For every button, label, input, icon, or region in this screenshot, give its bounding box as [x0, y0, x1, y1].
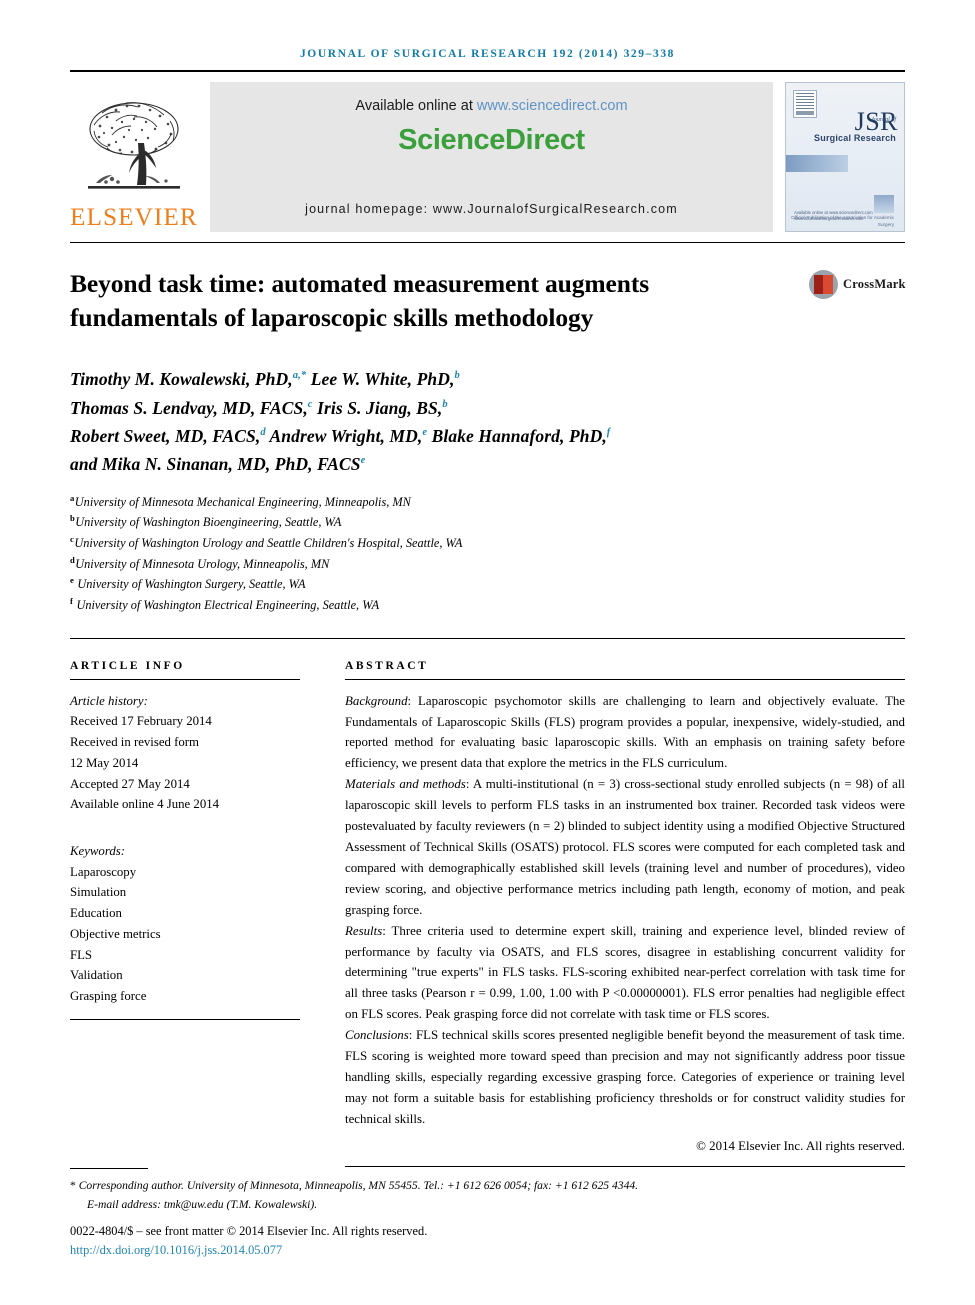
abstract-methods-text: : A multi-institutional (n = 3) cross-se… — [345, 777, 905, 917]
article-info-heading-rule — [70, 678, 300, 680]
article-history-block: Article history: Received 17 February 20… — [70, 691, 300, 815]
cover-sub-italic: Journal of — [871, 117, 896, 123]
abstract-bottom-rule — [345, 1165, 905, 1167]
footnote-rule — [70, 1168, 148, 1169]
abstract-methods-label: Materials and methods — [345, 777, 466, 792]
article-info-bottom-rule — [70, 1018, 300, 1020]
abstract-copyright: © 2014 Elsevier Inc. All rights reserved… — [696, 1138, 905, 1153]
abstract-background: Background: Laparoscopic psychomotor ski… — [345, 691, 905, 775]
running-head: Journal of Surgical Research 192 (2014) … — [299, 48, 676, 60]
keywords-block: Keywords: Laparoscopy Simulation Education… — [70, 841, 300, 1007]
sciencedirect-link[interactable]: www.sciencedirect.com — [477, 98, 628, 114]
email-link[interactable]: tmk@uw.edu — [164, 1198, 224, 1211]
masthead: ELSEVIER Available online at www.science… — [70, 82, 905, 232]
list-item: Validation — [70, 968, 123, 983]
keywords-list: Laparoscopy Simulation Education Objective … — [70, 862, 300, 1007]
page-title: Beyond task time: automated measurement … — [70, 269, 650, 333]
sciencedirect-banner: Available online at www.sciencedirect.co… — [210, 82, 773, 232]
issn-line: 0022-4804/$ – see front matter © 2014 El… — [70, 1223, 428, 1238]
abstract-conclusions-text: : FLS technical skills scores presented … — [345, 1028, 905, 1126]
list-item: Received in revised form — [70, 735, 199, 750]
crossmark-label: CrossMark — [843, 277, 906, 291]
sciencedirect-logo: ScienceDirect — [398, 124, 585, 156]
abstract-body: Background: Laparoscopic psychomotor ski… — [345, 691, 905, 1130]
author-list: Timothy M. Kowalewski, PhD,a,* Lee W. Wh… — [70, 369, 611, 475]
abstract-conclusions-label: Conclusions — [345, 1028, 409, 1043]
abstract-background-label: Background — [345, 693, 408, 708]
doi-link[interactable]: http://dx.doi.org/10.1016/j.jss.2014.05.… — [70, 1241, 905, 1261]
list-item: FLS — [70, 947, 93, 962]
email-line: E-mail address: tmk@uw.edu (T.M. Kowalew… — [70, 1196, 905, 1215]
abstract-heading: ABSTRACT — [345, 659, 429, 672]
abstract-results-label: Results — [345, 923, 383, 938]
crossmark-badge[interactable]: CrossMark — [809, 270, 905, 299]
abstract-heading-rule — [345, 678, 905, 680]
corresponding-author-marker: * — [70, 1179, 76, 1192]
cover-foot-line: Available online at www.sciencedirect.co… — [794, 209, 873, 222]
list-item: Education — [70, 906, 122, 921]
elsevier-wordmark: ELSEVIER — [70, 204, 198, 231]
keywords-label: Keywords: — [70, 843, 125, 858]
masthead-divider — [70, 242, 905, 243]
abstract-section-divider — [70, 637, 905, 639]
corresponding-author-label: Corresponding author. — [78, 1179, 184, 1192]
article-info-heading: ARTICLE INFO — [70, 659, 185, 672]
article-history-list: Received 17 February 2014 Received in rev… — [70, 711, 300, 815]
available-online-line: Available online at www.sciencedirect.co… — [355, 98, 627, 114]
corresponding-author-line: * Corresponding author. University of Mi… — [70, 1177, 905, 1196]
list-item: Laparoscopy — [70, 864, 137, 879]
list-item: 12 May 2014 — [70, 755, 139, 770]
page-footer: * Corresponding author. University of Mi… — [70, 1168, 905, 1261]
list-item: Grasping force — [70, 988, 147, 1003]
article-history-label: Article history: — [70, 693, 148, 708]
article-first-page: Journal of Surgical Research 192 (2014) … — [0, 0, 975, 1305]
abstract-conclusions: Conclusions: FLS technical skills scores… — [345, 1025, 905, 1130]
abstract-results-text: : Three criteria used to determine exper… — [345, 923, 905, 1022]
title-row: Beyond task time: automated measurement … — [70, 267, 905, 335]
abstract-methods: Materials and methods: A multi-instituti… — [345, 774, 905, 920]
elsevier-logo: ELSEVIER — [70, 82, 198, 232]
article-info-column: ARTICLE INFO Article history: Received 1… — [70, 660, 300, 1167]
list-item: Accepted 27 May 2014 — [70, 776, 190, 791]
abstract-background-text: : Laparoscopic psychomotor skills are ch… — [345, 693, 905, 771]
journal-homepage-line[interactable]: journal homepage: www.JournalofSurgicalR… — [210, 202, 773, 216]
email-owner: (T.M. Kowalewski). — [226, 1197, 318, 1211]
list-item: Available online 4 June 2014 — [70, 797, 220, 812]
journal-cover-thumbnail: JSR Journal of Surgical Research Officia… — [785, 82, 905, 232]
affiliation-list: aUniversity of Minnesota Mechanical Engi… — [70, 492, 463, 612]
corresponding-author-address: University of Minnesota, Minneapolis, MN… — [183, 1179, 639, 1192]
abstract-results: Results: Three criteria used to determin… — [345, 921, 905, 1026]
cover-subtitle: Surgical Research — [814, 133, 896, 143]
list-item: Simulation — [70, 885, 127, 900]
cover-bar-primary — [786, 155, 848, 172]
abstract-column: ABSTRACT Background: Laparoscopic psycho… — [345, 660, 905, 1167]
available-online-text: Available online at — [355, 98, 473, 114]
crossmark-icon — [809, 270, 838, 299]
email-label: E-mail address: — [87, 1197, 161, 1211]
elsevier-tree-icon — [82, 95, 186, 203]
header-divider — [70, 70, 905, 72]
info-abstract-columns: ARTICLE INFO Article history: Received 1… — [70, 660, 905, 1167]
list-item: Received 17 February 2014 — [70, 714, 212, 729]
list-item: Objective metrics — [70, 926, 161, 941]
